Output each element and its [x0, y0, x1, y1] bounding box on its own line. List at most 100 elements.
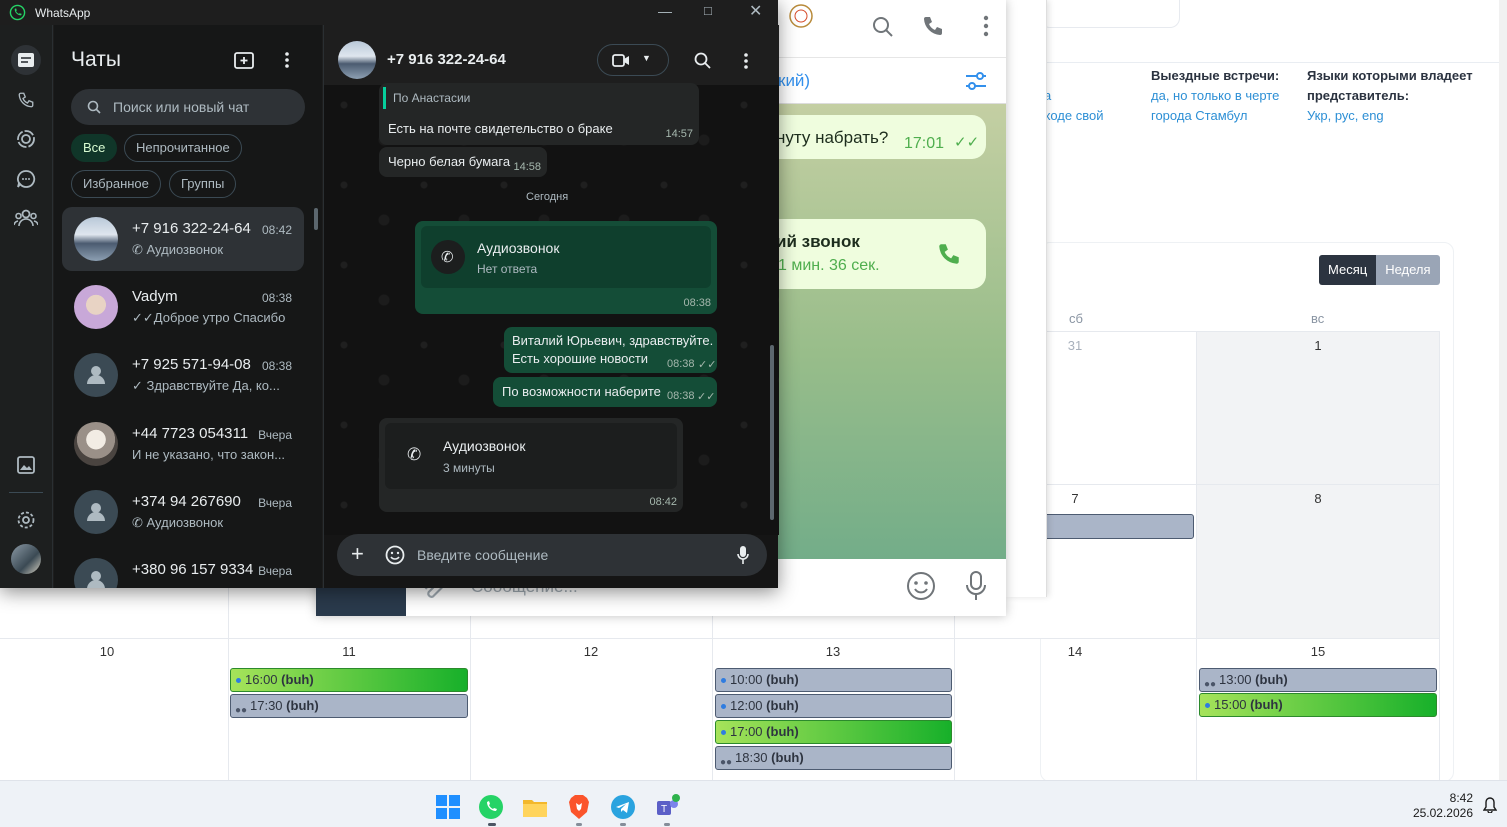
day-number: 11 — [342, 644, 356, 659]
calendar-event[interactable]: ●● 18:30 (buh) — [715, 746, 952, 770]
video-call-button[interactable]: ▼ — [597, 44, 669, 76]
calendar-event[interactable] — [1044, 514, 1194, 539]
active-app-indicator — [488, 823, 496, 826]
search-input[interactable]: Поиск или новый чат — [71, 89, 305, 125]
menu-icon[interactable] — [742, 52, 750, 70]
info-column-languages: Языки которыми владеет представитель: Ук… — [1307, 66, 1473, 126]
date-divider: Сегодня — [526, 191, 569, 203]
chat-item[interactable]: +380 96 157 9334 Вчера — [62, 548, 304, 588]
teams-icon[interactable]: T — [654, 794, 680, 820]
calendar-event[interactable]: 17:00 (buh) — [715, 720, 952, 744]
calendar-event[interactable]: ●● 17:30 (buh) — [230, 694, 468, 718]
file-explorer-icon[interactable] — [522, 794, 548, 820]
whatsapp-icon[interactable] — [478, 794, 504, 820]
call-card[interactable]: ✆ Аудиозвонок Нет ответа — [421, 226, 711, 288]
chat-time: Вчера — [258, 496, 292, 510]
communities-nav-button[interactable] — [11, 203, 41, 233]
minimize-button[interactable]: — — [658, 3, 672, 19]
microphone-icon[interactable] — [737, 545, 749, 565]
windows-start-icon[interactable] — [435, 794, 461, 820]
filter-all[interactable]: Все — [71, 134, 118, 162]
chat-preview: ✆ Аудиозвонок — [132, 242, 224, 257]
call-duration: 1 мин. 36 сек. — [778, 257, 880, 274]
message-text: По возможности наберите — [502, 384, 661, 399]
phone-icon[interactable] — [921, 14, 945, 38]
day-number: 14 — [1067, 644, 1083, 659]
filter-unread[interactable]: Непрочитанное — [124, 134, 242, 162]
filter-favorites[interactable]: Избранное — [71, 170, 161, 198]
chats-nav-button[interactable] — [11, 45, 41, 75]
info-value: Укр, рус, eng — [1307, 108, 1384, 123]
filter-settings-icon[interactable] — [964, 70, 988, 92]
chat-scrollbar[interactable] — [770, 345, 774, 520]
calendar-event[interactable]: 16:00 (buh) — [230, 668, 468, 692]
chat-name: +374 94 267690 — [132, 493, 241, 510]
chat-item[interactable]: +374 94 267690 Вчера ✆ Аудиозвонок — [62, 480, 304, 544]
title-bar: WhatsApp — □ ✕ — [0, 0, 778, 25]
calendar-event[interactable]: 12:00 (buh) — [715, 694, 952, 718]
contact-avatar[interactable] — [338, 41, 376, 79]
message-time: 14:58 — [513, 161, 541, 173]
emoji-icon[interactable] — [906, 571, 936, 601]
event-owner: (buh) — [766, 724, 799, 739]
profile-avatar[interactable] — [11, 544, 41, 574]
chat-list-panel: Чаты Поиск или новый чат Все Непрочитанн… — [54, 25, 322, 588]
call-phone-icon[interactable] — [936, 241, 962, 267]
more-vertical-icon[interactable] — [981, 14, 991, 38]
chat-item[interactable]: +44 7723 054311 Вчера И не указано, что … — [62, 412, 304, 476]
event-time: 18:30 — [735, 750, 768, 765]
chat-item[interactable]: +7 916 322-24-64 08:42 ✆ Аудиозвонок — [62, 207, 304, 271]
info-value: города Стамбул — [1151, 108, 1248, 123]
media-nav-button[interactable] — [11, 450, 41, 480]
chat-item[interactable]: +7 925 571-94-08 08:38 ✓ Здравствуйте Да… — [62, 343, 304, 407]
notification-bell-icon[interactable] — [1483, 797, 1497, 813]
calendar-event[interactable]: ●● 13:00 (buh) — [1199, 668, 1437, 692]
message-bubble: По возможности наберите 08:38 ✓✓ — [493, 377, 717, 407]
status-nav-button[interactable] — [11, 124, 41, 154]
communities-icon — [14, 209, 38, 227]
app-indicator — [664, 823, 670, 826]
calls-nav-button[interactable] — [11, 85, 41, 115]
grid-line — [1040, 331, 1440, 332]
maximize-button[interactable]: □ — [704, 3, 712, 18]
background-window — [1006, 0, 1047, 597]
new-chat-icon[interactable] — [233, 50, 255, 70]
contact-name[interactable]: +7 916 322-24-64 — [387, 51, 506, 68]
call-title: Аудиозвонок — [477, 240, 560, 256]
message-input[interactable]: Введите сообщение — [417, 547, 548, 563]
whatsapp-window: WhatsApp — □ ✕ Чаты Поиск или новый чат … — [0, 0, 779, 588]
filter-groups[interactable]: Группы — [169, 170, 237, 198]
chat-time: 08:42 — [261, 223, 292, 237]
close-button[interactable]: ✕ — [749, 1, 762, 21]
microphone-icon[interactable] — [965, 570, 987, 602]
chat-item[interactable]: Vadym 08:38 ✓✓Доброе утро Спасибо — [62, 275, 304, 339]
search-icon[interactable] — [694, 52, 711, 69]
system-clock[interactable]: 8:42 25.02.2026 — [1413, 791, 1473, 821]
brave-browser-icon[interactable] — [566, 794, 592, 820]
event-dot-icon — [1205, 703, 1210, 708]
avatar — [74, 422, 118, 466]
telegram-icon[interactable] — [610, 794, 636, 820]
month-view-button[interactable]: Месяц — [1319, 255, 1377, 285]
channels-nav-button[interactable] — [11, 164, 41, 194]
search-icon[interactable] — [871, 15, 895, 39]
settings-nav-button[interactable] — [11, 505, 41, 535]
list-scrollbar[interactable] — [314, 208, 318, 230]
day-number: 12 — [583, 644, 599, 659]
event-dot-icon — [721, 730, 726, 735]
calendar-event[interactable]: 15:00 (buh) — [1199, 693, 1437, 717]
double-check-icon: ✓✓ — [697, 391, 716, 403]
double-check-icon: ✓✓ — [954, 134, 980, 151]
call-card[interactable]: ✆ Аудиозвонок 3 минуты — [385, 423, 677, 489]
aura-logo-icon — [789, 4, 813, 28]
event-owner: (buh) — [766, 698, 799, 713]
menu-icon[interactable] — [283, 51, 291, 69]
sticker-icon[interactable] — [385, 545, 405, 565]
calendar-event[interactable]: 10:00 (buh) — [715, 668, 952, 692]
grid-line — [712, 610, 713, 780]
phone-icon — [18, 92, 34, 108]
week-view-button[interactable]: Неделя — [1376, 255, 1440, 285]
page-scrollbar[interactable] — [1499, 0, 1507, 780]
default-avatar-icon — [74, 490, 118, 534]
plus-icon[interactable]: + — [351, 541, 364, 567]
